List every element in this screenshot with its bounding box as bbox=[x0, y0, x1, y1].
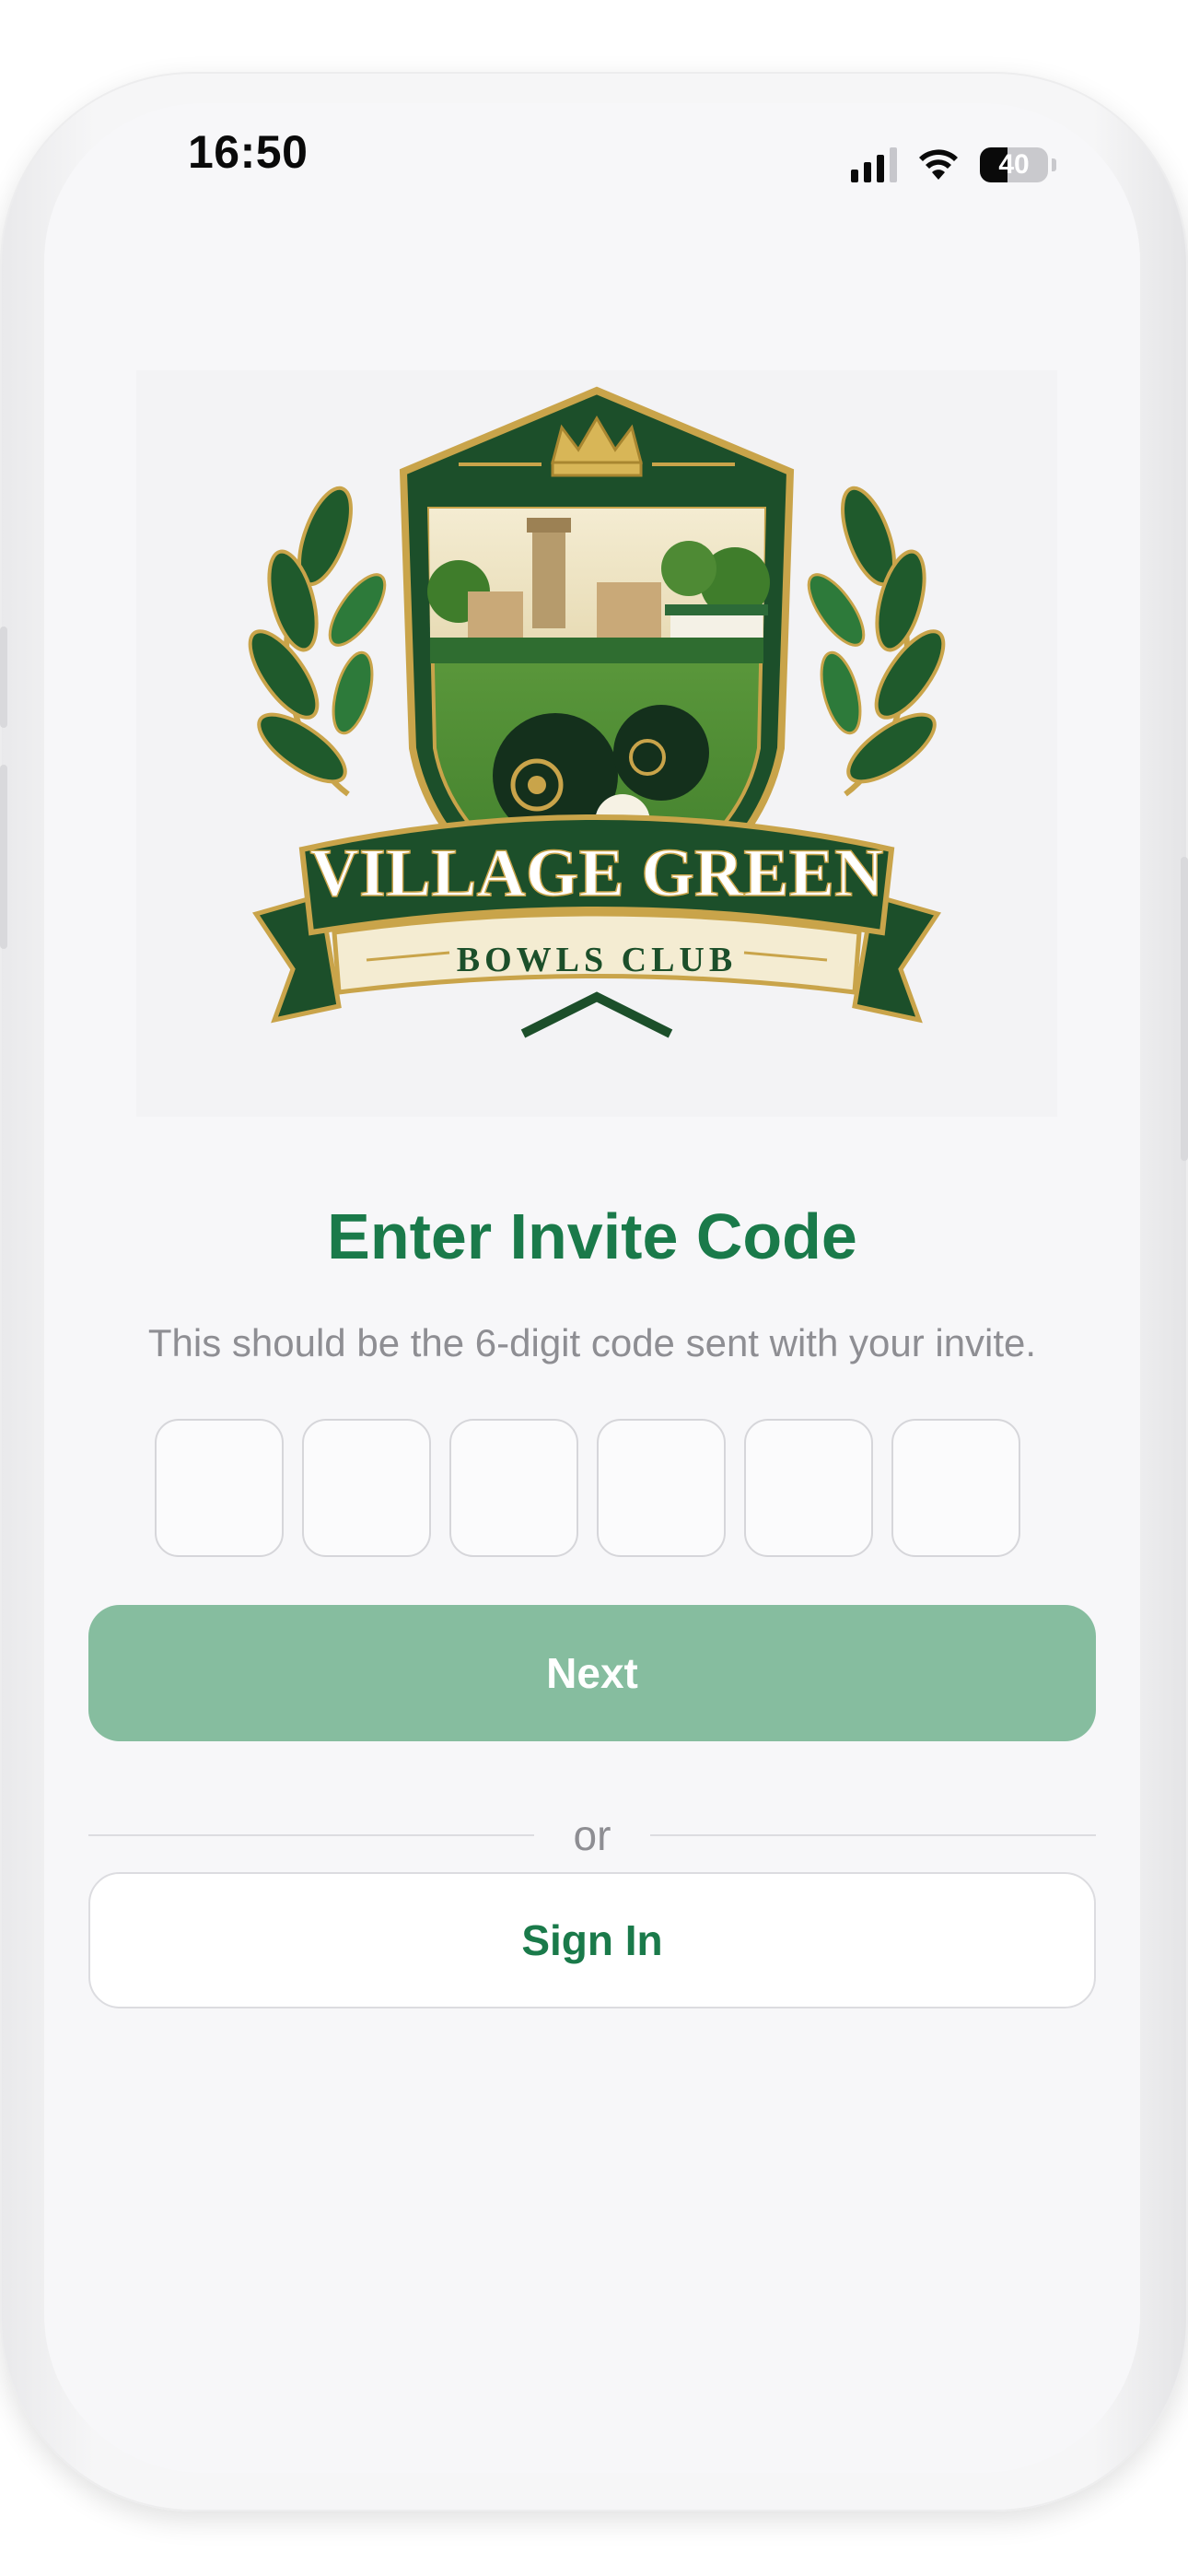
logo-title: VILLAGE GREEN bbox=[310, 836, 884, 911]
app-screen: 16:50 40 VILLAGE GREEN BOWLS CLUB Enter … bbox=[44, 103, 1140, 2473]
status-bar: 16:50 40 bbox=[44, 103, 1140, 232]
device-volume-button bbox=[0, 626, 7, 728]
code-digit-field[interactable] bbox=[155, 1419, 284, 1557]
code-digit-field[interactable] bbox=[744, 1419, 873, 1557]
logo-subtitle: BOWLS CLUB bbox=[457, 941, 737, 979]
code-digit-field[interactable] bbox=[302, 1419, 431, 1557]
page-subtitle: This should be the 6-digit code sent wit… bbox=[147, 1321, 1037, 1364]
or-divider: or bbox=[88, 1808, 1096, 1863]
status-time: 16:50 bbox=[188, 126, 309, 178]
next-button[interactable]: Next bbox=[88, 1605, 1096, 1741]
battery-icon: 40 bbox=[980, 147, 1056, 182]
invite-code-input bbox=[155, 1419, 1020, 1557]
status-icons: 40 bbox=[851, 147, 1056, 182]
device-volume-button bbox=[0, 765, 7, 949]
code-digit-field[interactable] bbox=[597, 1419, 726, 1557]
club-logo: VILLAGE GREEN BOWLS CLUB bbox=[136, 370, 1057, 1117]
page-title: Enter Invite Code bbox=[327, 1200, 857, 1272]
signal-icon bbox=[851, 147, 897, 182]
divider-line bbox=[650, 1834, 1096, 1836]
club-crest: VILLAGE GREEN BOWLS CLUB bbox=[248, 386, 946, 1038]
battery-level: 40 bbox=[998, 149, 1030, 180]
divider-line bbox=[88, 1834, 534, 1836]
divider-text: or bbox=[573, 1811, 611, 1859]
code-digit-field[interactable] bbox=[449, 1419, 578, 1557]
device-side-button bbox=[1181, 857, 1188, 1161]
wifi-icon bbox=[919, 149, 958, 180]
code-digit-field[interactable] bbox=[891, 1419, 1020, 1557]
sign-in-button[interactable]: Sign In bbox=[88, 1872, 1096, 2008]
